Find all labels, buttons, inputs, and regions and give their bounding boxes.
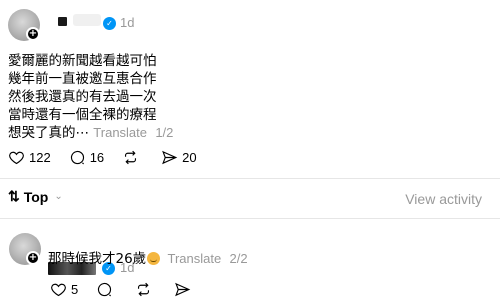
follow-plus-icon[interactable]: + — [26, 251, 40, 265]
thread-pager: 1/2 — [155, 125, 174, 140]
repost-button[interactable] — [122, 149, 143, 166]
divider — [0, 178, 500, 179]
like-button[interactable]: 5 — [50, 281, 78, 298]
thread-post: + ✓ 1d 愛爾麗的新聞越看越可怕 幾年前一直被邀互惠合作 然後我還真的有去過… — [0, 0, 500, 178]
share-button[interactable]: 20 — [161, 149, 197, 166]
post-line: 幾年前一直被邀互惠合作 — [8, 71, 157, 87]
reply-content: 那時候我才26歲 Translate 2/2 — [48, 250, 248, 268]
repost-button[interactable] — [135, 281, 156, 298]
share-send-icon — [162, 150, 178, 165]
share-send-icon — [175, 282, 191, 297]
thread-pager: 2/2 — [229, 251, 248, 266]
view-activity-link[interactable]: View activity — [405, 191, 482, 207]
translate-link[interactable]: Translate — [167, 251, 221, 266]
comment-bubble-icon — [98, 282, 112, 297]
post-line: 當時還有一個全裸的療程 — [8, 107, 157, 123]
post-timestamp[interactable]: 1d — [120, 15, 134, 30]
comment-button[interactable]: 16 — [69, 149, 104, 166]
sort-arrows-icon: ⇅ — [8, 188, 20, 204]
chevron-down-icon: ⌄ — [54, 191, 63, 202]
heart-icon — [9, 151, 24, 165]
reply-text: 那時候我才26歲 — [48, 251, 147, 267]
sort-label: Top — [23, 188, 49, 205]
like-count: 5 — [71, 282, 79, 297]
emoji-icon — [147, 252, 161, 265]
username-redacted[interactable] — [58, 17, 67, 26]
post-actions: 122 16 20 — [8, 149, 215, 166]
repost-icon — [125, 150, 137, 165]
follow-plus-icon[interactable]: + — [26, 27, 40, 41]
translate-link[interactable]: Translate — [93, 125, 147, 140]
post-line: 愛爾麗的新聞越看越可怕 — [8, 53, 157, 69]
comment-bubble-icon — [70, 150, 84, 165]
share-button[interactable] — [174, 281, 195, 298]
post-content: 愛爾麗的新聞越看越可怕 幾年前一直被邀互惠合作 然後我還真的有去過一次 當時還有… — [8, 52, 308, 142]
like-count: 122 — [29, 150, 51, 165]
sort-dropdown[interactable]: ⇅ Top ⌄ — [8, 188, 63, 205]
like-button[interactable]: 122 — [8, 149, 51, 166]
username-redacted-blur — [73, 14, 101, 26]
post-last-line: 想哭了真的⋯ Translate 1/2 — [8, 124, 308, 142]
divider — [0, 218, 500, 219]
verified-check-icon: ✓ — [103, 17, 116, 30]
repost-icon — [138, 282, 150, 297]
post-line: 想哭了真的⋯ — [8, 125, 89, 141]
share-count: 20 — [182, 150, 197, 165]
reply-actions: 5 — [50, 281, 213, 298]
comment-count: 16 — [89, 150, 105, 165]
post-line: 然後我還真的有去過一次 — [8, 89, 157, 105]
heart-icon — [51, 283, 66, 297]
comment-button[interactable] — [96, 281, 117, 298]
